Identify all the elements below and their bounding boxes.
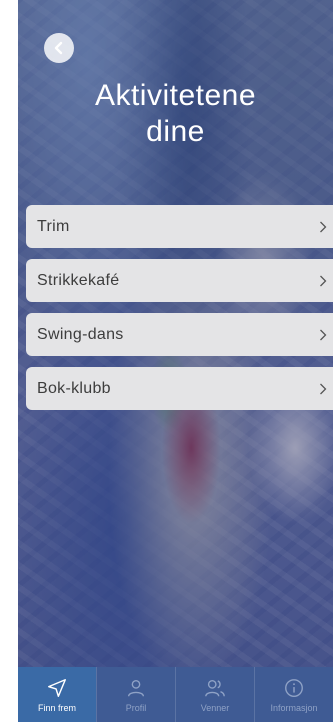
activity-item-bok-klubb[interactable]: Bok-klubb bbox=[26, 367, 333, 410]
info-icon bbox=[285, 678, 303, 697]
app-screen: Aktivitetene dine Trim Strikkekafé Swing… bbox=[18, 0, 333, 722]
tab-label: Finn frem bbox=[37, 702, 76, 713]
people-icon bbox=[205, 679, 225, 696]
tab-informasjon[interactable]: Informasjon bbox=[254, 667, 333, 722]
tab-venner[interactable]: Venner bbox=[175, 667, 254, 722]
chevron-right-icon bbox=[319, 221, 327, 233]
chevron-right-icon bbox=[319, 383, 327, 395]
chevron-left-icon bbox=[54, 41, 63, 55]
activity-label: Trim bbox=[37, 217, 70, 235]
person-icon bbox=[127, 679, 145, 696]
activity-item-trim[interactable]: Trim bbox=[26, 205, 333, 248]
tab-finn-frem[interactable]: Finn frem bbox=[18, 667, 96, 722]
page-title-line-1: Aktivitetene bbox=[94, 79, 257, 112]
navigation-arrow-icon bbox=[48, 678, 66, 697]
tab-profil[interactable]: Profil bbox=[96, 667, 175, 722]
activity-item-strikkekafe[interactable]: Strikkekafé bbox=[26, 259, 333, 302]
tab-label: Venner bbox=[200, 702, 230, 713]
bottom-tab-bar: Finn frem Profil Venner Informasjon bbox=[18, 667, 333, 722]
activity-label: Swing-dans bbox=[37, 325, 124, 343]
activity-list: Trim Strikkekafé Swing-dans Bok-klubb bbox=[26, 205, 333, 421]
page-title-line-2: dine bbox=[146, 115, 205, 148]
activity-label: Strikkekafé bbox=[37, 271, 120, 289]
activity-label: Bok-klubb bbox=[37, 379, 111, 397]
tab-label: Profil bbox=[125, 702, 147, 713]
page-title: Aktivitetene dine bbox=[18, 78, 333, 150]
chevron-right-icon bbox=[319, 275, 327, 287]
tab-label: Informasjon bbox=[270, 702, 318, 713]
activity-item-swing-dans[interactable]: Swing-dans bbox=[26, 313, 333, 356]
chevron-right-icon bbox=[319, 329, 327, 341]
back-button[interactable] bbox=[44, 33, 74, 63]
